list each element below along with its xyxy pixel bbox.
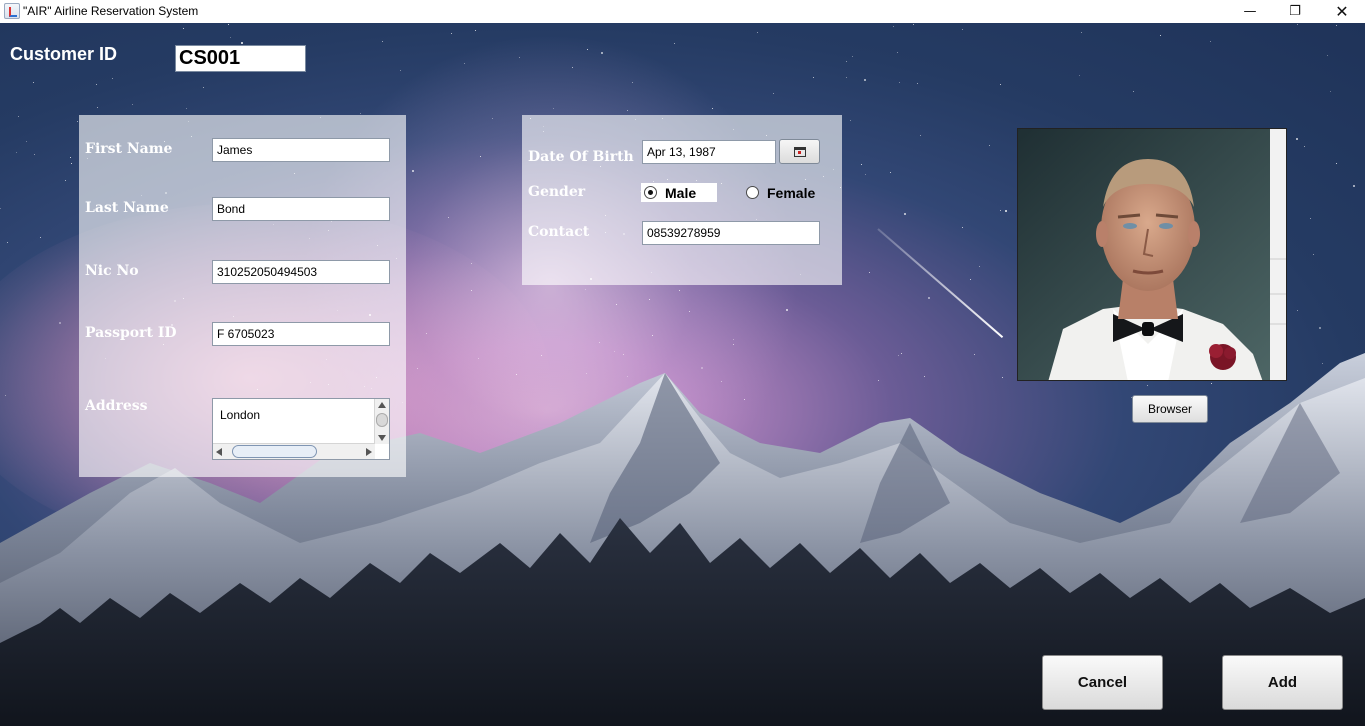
scroll-thumb[interactable]	[376, 413, 388, 427]
window-title: "AIR" Airline Reservation System	[23, 4, 199, 18]
scroll-down-icon[interactable]	[378, 435, 386, 441]
browse-button[interactable]: Browser	[1132, 395, 1208, 423]
address-text: London	[220, 408, 261, 422]
contact-field[interactable]: 08539278959	[642, 221, 820, 245]
customer-id-field[interactable]: CS001	[175, 45, 306, 72]
calendar-icon	[794, 147, 806, 157]
scroll-up-icon[interactable]	[378, 402, 386, 408]
gender-male-label: Male	[665, 184, 697, 201]
cancel-button[interactable]: Cancel	[1042, 655, 1163, 710]
contact-label: Contact	[528, 224, 590, 240]
scroll-thumb[interactable]	[232, 445, 317, 458]
passport-field[interactable]: F 6705023	[212, 322, 390, 346]
minimize-icon[interactable]: —	[1227, 0, 1273, 23]
radio-unselected-icon	[746, 186, 759, 199]
customer-id-label: Customer ID	[10, 44, 118, 64]
passport-label: Passport ID	[85, 325, 177, 341]
address-textarea[interactable]: London	[212, 398, 390, 460]
gender-female-label: Female	[767, 184, 816, 201]
scroll-right-icon[interactable]	[366, 448, 372, 456]
maximize-icon[interactable]: ❐	[1272, 0, 1318, 23]
date-picker-button[interactable]	[779, 139, 820, 164]
nic-label: Nic No	[85, 263, 139, 279]
title-bar: "AIR" Airline Reservation System — ❐ ✕	[0, 0, 1365, 23]
add-button[interactable]: Add	[1222, 655, 1343, 710]
radio-selected-icon	[644, 186, 657, 199]
customer-photo	[1017, 128, 1287, 381]
gender-male-radio[interactable]: Male	[641, 183, 717, 202]
scroll-left-icon[interactable]	[216, 448, 222, 456]
last-name-field[interactable]: Bond	[212, 197, 390, 221]
address-vertical-scrollbar[interactable]	[374, 399, 389, 444]
dob-field[interactable]: Apr 13, 1987	[642, 140, 776, 164]
gender-female-radio[interactable]: Female	[746, 183, 826, 202]
address-label: Address	[85, 398, 148, 414]
first-name-field[interactable]: James	[212, 138, 390, 162]
app-icon	[4, 3, 20, 19]
portrait-image	[1018, 129, 1286, 380]
address-horizontal-scrollbar[interactable]	[213, 443, 375, 459]
nic-field[interactable]: 310252050494503	[212, 260, 390, 284]
last-name-label: Last Name	[85, 200, 169, 216]
dob-label: Date Of Birth	[528, 149, 634, 165]
gender-label: Gender	[528, 184, 586, 200]
first-name-label: First Name	[85, 141, 173, 157]
close-icon[interactable]: ✕	[1319, 0, 1365, 23]
